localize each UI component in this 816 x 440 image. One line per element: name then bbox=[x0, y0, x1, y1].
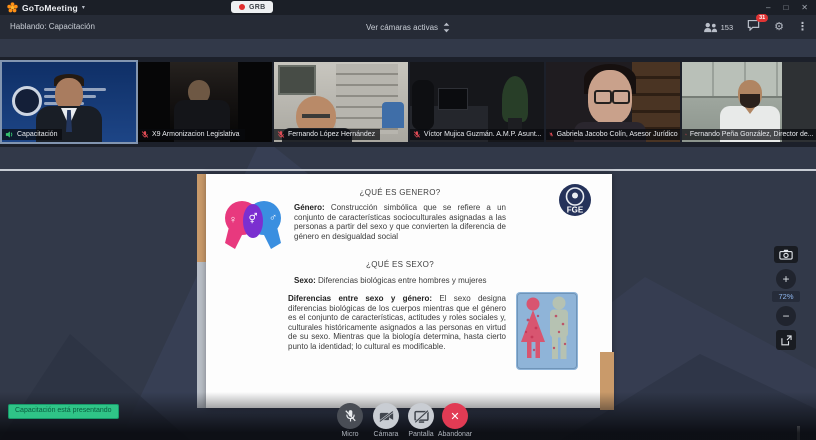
svg-text:⚥: ⚥ bbox=[248, 213, 257, 225]
video-tile-fernando-pena[interactable]: Fernando Peña González, Director de... bbox=[682, 62, 816, 142]
slide-paragraph-diferencias: Diferencias entre sexo y género: El sexo… bbox=[288, 294, 506, 352]
participants-button[interactable]: 153 bbox=[703, 22, 734, 33]
mic-toggle-button[interactable] bbox=[337, 403, 363, 429]
collapse-expand-icon bbox=[443, 22, 450, 33]
slide-paragraph-genero: Género: Construcción simbólica que se re… bbox=[294, 203, 506, 241]
more-options-kebab-icon[interactable]: ⋮ bbox=[797, 22, 808, 33]
mic-button-label: Micro bbox=[330, 431, 370, 438]
shared-screen-top-edge bbox=[0, 169, 816, 171]
participant-nameplate: X9 Armonizacion Legislativa bbox=[138, 129, 245, 140]
slide-left-gray-bar bbox=[197, 262, 206, 408]
participant-name: Víctor Mujica Guzmán. A.M.P. Asunt... bbox=[424, 131, 542, 138]
mic-muted-icon bbox=[277, 130, 285, 139]
participant-nameplate: Fernando Peña González, Director de... bbox=[682, 129, 816, 140]
participant-name: Fernando Peña González, Director de... bbox=[690, 131, 814, 138]
camera-toggle-button[interactable] bbox=[373, 403, 399, 429]
leave-meeting-button[interactable]: ✕ bbox=[442, 403, 468, 429]
participants-count: 153 bbox=[721, 23, 734, 32]
mic-muted-icon bbox=[141, 130, 149, 139]
chat-button[interactable]: 31 bbox=[746, 18, 761, 36]
video-tile-fernando-lopez[interactable]: Fernando López Hernández bbox=[274, 62, 408, 142]
gotomeeting-logo-icon bbox=[7, 2, 18, 13]
gotomeeting-window: ♀ ⚥ ♂ FGE ¿QUÉ ES GENERO? Género: Constr… bbox=[0, 0, 816, 440]
participant-nameplate: Gabriela Jacobo Colín, Asesor Jurídico bbox=[546, 129, 680, 140]
camera-button-label: Cámara bbox=[366, 431, 406, 438]
participants-icon bbox=[703, 22, 718, 33]
app-menu-dropdown[interactable]: GoToMeeting ▾ bbox=[7, 0, 85, 15]
active-cameras-label: Ver cámaras activas bbox=[366, 23, 438, 32]
zoom-level-label: 72% bbox=[772, 291, 800, 302]
zoom-out-button[interactable]: − bbox=[776, 306, 796, 326]
snapshot-camera-button[interactable] bbox=[774, 246, 798, 263]
camera-off-icon bbox=[379, 411, 394, 422]
meeting-header-bar: Hablando: Capacitación Ver cámaras activ… bbox=[0, 15, 816, 39]
screen-share-toggle-button[interactable] bbox=[408, 403, 434, 429]
presenting-status-badge: Capacitación está presentando bbox=[8, 404, 119, 419]
male-female-figures-image bbox=[516, 292, 578, 370]
participant-nameplate: Capacitación bbox=[2, 129, 62, 140]
minimize-button[interactable]: – bbox=[766, 0, 770, 15]
chevron-down-icon: ▾ bbox=[82, 4, 85, 11]
fge-logo: FGE bbox=[558, 183, 592, 217]
slide-left-accent-bar bbox=[197, 174, 206, 262]
external-window-icon bbox=[781, 335, 792, 346]
active-cameras-toggle[interactable]: Ver cámaras activas bbox=[366, 15, 450, 39]
leave-button-label: Abandonar bbox=[432, 431, 478, 438]
slide-paragraph-diferencias-lead: Diferencias entre sexo y género: bbox=[288, 294, 432, 303]
participant-name: Gabriela Jacobo Colín, Asesor Jurídico bbox=[557, 131, 678, 138]
header-icon-group: 153 31 ⚙ ⋮ bbox=[703, 15, 808, 39]
close-button[interactable]: ✕ bbox=[801, 0, 808, 15]
window-controls: – □ ✕ bbox=[766, 0, 808, 15]
fge-logo-text: FGE bbox=[567, 206, 584, 215]
participant-name: Capacitación bbox=[17, 131, 57, 138]
record-dot-icon bbox=[239, 4, 245, 10]
video-tile-gabriela-jacobo[interactable]: Gabriela Jacobo Colín, Asesor Jurídico bbox=[546, 62, 680, 142]
title-bar: GoToMeeting ▾ GRB – □ ✕ bbox=[0, 0, 816, 16]
slide-title-sexo: ¿QUÉ ES SEXO? bbox=[290, 260, 510, 269]
camera-snapshot-icon bbox=[779, 249, 793, 260]
presentation-slide: ♀ ⚥ ♂ FGE ¿QUÉ ES GENERO? Género: Constr… bbox=[206, 174, 612, 408]
app-title: GoToMeeting bbox=[22, 3, 78, 13]
recording-label: GRB bbox=[249, 4, 265, 11]
speaker-audio-icon bbox=[5, 130, 14, 139]
participant-name: Fernando López Hernández bbox=[288, 131, 375, 138]
leave-x-icon: ✕ bbox=[450, 410, 459, 423]
speaking-status-label: Hablando: Capacitación bbox=[10, 15, 95, 39]
participant-nameplate: Fernando López Hernández bbox=[274, 129, 380, 140]
video-tile-capacitacion[interactable]: Capacitación bbox=[2, 62, 136, 142]
video-tile-victor-mujica[interactable]: Víctor Mujica Guzmán. A.M.P. Asunt... bbox=[410, 62, 544, 142]
recording-indicator-tab[interactable]: GRB bbox=[231, 1, 273, 13]
chat-unread-badge: 31 bbox=[756, 14, 768, 22]
mic-muted-icon bbox=[413, 130, 421, 139]
pop-out-window-button[interactable] bbox=[776, 330, 796, 350]
participant-nameplate: Víctor Mujica Guzmán. A.M.P. Asunt... bbox=[410, 129, 544, 140]
slide-paragraph-genero-lead: Género: bbox=[294, 203, 325, 212]
svg-text:♂: ♂ bbox=[269, 212, 277, 224]
svg-text:♀: ♀ bbox=[229, 214, 237, 226]
slide-paragraph-sexo: Sexo: Diferencias biológicas entre hombr… bbox=[294, 276, 529, 286]
mic-muted-icon bbox=[685, 130, 687, 139]
zoom-in-button[interactable]: + bbox=[776, 269, 796, 289]
settings-gear-icon[interactable]: ⚙ bbox=[774, 22, 784, 33]
participant-name: X9 Armonizacion Legislativa bbox=[152, 131, 240, 138]
slide-paragraph-sexo-lead: Sexo: bbox=[294, 276, 316, 285]
screen-share-off-icon bbox=[414, 410, 429, 423]
gender-heads-icon: ♀ ⚥ ♂ bbox=[219, 191, 287, 257]
video-tile-armonizacion[interactable]: X9 Armonizacion Legislativa bbox=[138, 62, 272, 142]
mic-muted-icon bbox=[344, 409, 357, 423]
mic-muted-icon bbox=[549, 130, 554, 139]
maximize-button[interactable]: □ bbox=[783, 0, 788, 15]
slide-title-genero: ¿QUÉ ES GENERO? bbox=[290, 188, 510, 197]
